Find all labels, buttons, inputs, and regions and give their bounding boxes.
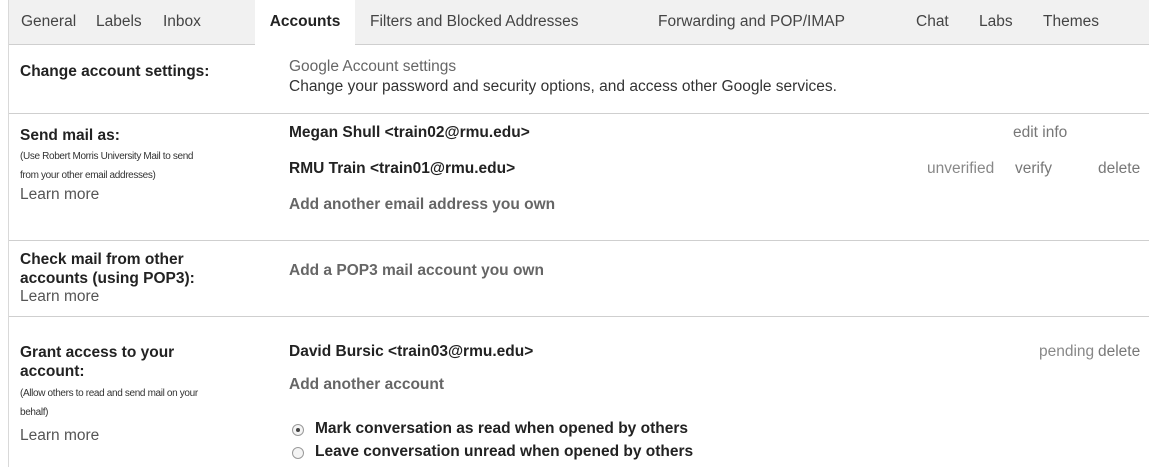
delete-delegate-link[interactable]: delete	[1098, 343, 1140, 361]
tab-accounts[interactable]: Accounts	[255, 0, 355, 45]
check-mail-learn-more-link[interactable]: Learn more	[20, 288, 99, 306]
add-email-address-link[interactable]: Add another email address you own	[289, 196, 555, 214]
check-mail-title-line1: Check mail from other	[20, 251, 184, 268]
leave-unread-label[interactable]: Leave conversation unread when opened by…	[315, 443, 693, 461]
send-mail-title: Send mail as:	[20, 127, 120, 144]
tab-filters[interactable]: Filters and Blocked Addresses	[370, 0, 579, 44]
change-account-section: Change account settings: Google Account …	[9, 45, 1149, 114]
edit-info-link[interactable]: edit info	[1013, 124, 1067, 142]
send-mail-note-line2: from your other email addresses)	[20, 170, 156, 181]
pending-status: pending	[1039, 343, 1095, 360]
settings-tabs: General Labels Inbox Accounts Filters an…	[9, 0, 1149, 45]
verify-link[interactable]: verify	[1015, 160, 1052, 178]
mark-read-radio[interactable]	[292, 424, 304, 436]
tab-inbox[interactable]: Inbox	[163, 0, 201, 44]
delete-send-as-link[interactable]: delete	[1098, 160, 1140, 178]
tab-labs[interactable]: Labs	[979, 0, 1013, 44]
grant-access-learn-more-link[interactable]: Learn more	[20, 427, 99, 445]
send-mail-section: Send mail as: (Use Robert Morris Univers…	[9, 114, 1149, 241]
add-another-account-link[interactable]: Add another account	[289, 376, 444, 394]
grant-access-note-line1: (Allow others to read and send mail on y…	[20, 388, 198, 399]
grant-access-title-line2: account:	[20, 363, 85, 380]
grant-access-note-line2: behalf)	[20, 407, 49, 418]
grant-access-title-line1: Grant access to your	[20, 344, 175, 361]
delegate-address: David Bursic <train03@rmu.edu>	[289, 343, 534, 360]
mark-read-label[interactable]: Mark conversation as read when opened by…	[315, 420, 688, 438]
settings-panel: General Labels Inbox Accounts Filters an…	[8, 0, 1149, 467]
leave-unread-radio[interactable]	[292, 447, 304, 459]
tab-themes[interactable]: Themes	[1043, 0, 1099, 44]
tab-chat[interactable]: Chat	[916, 0, 949, 44]
tab-general[interactable]: General	[21, 0, 76, 44]
tab-forwarding[interactable]: Forwarding and POP/IMAP	[658, 0, 845, 44]
add-pop3-account-link[interactable]: Add a POP3 mail account you own	[289, 262, 544, 280]
change-account-description: Change your password and security option…	[289, 78, 837, 95]
send-as-address-1: Megan Shull <train02@rmu.edu>	[289, 124, 530, 141]
unverified-status: unverified	[927, 160, 995, 177]
tab-labels[interactable]: Labels	[96, 0, 142, 44]
google-account-settings-link[interactable]: Google Account settings	[289, 58, 456, 76]
check-mail-section: Check mail from other accounts (using PO…	[9, 241, 1149, 317]
send-mail-note-line1: (Use Robert Morris University Mail to se…	[20, 151, 194, 162]
change-account-title: Change account settings:	[20, 63, 210, 80]
check-mail-title-line2: accounts (using POP3):	[20, 270, 195, 287]
send-as-address-2: RMU Train <train01@rmu.edu>	[289, 160, 516, 177]
grant-access-section: Grant access to your account: (Allow oth…	[9, 317, 1149, 467]
send-mail-learn-more-link[interactable]: Learn more	[20, 186, 99, 204]
